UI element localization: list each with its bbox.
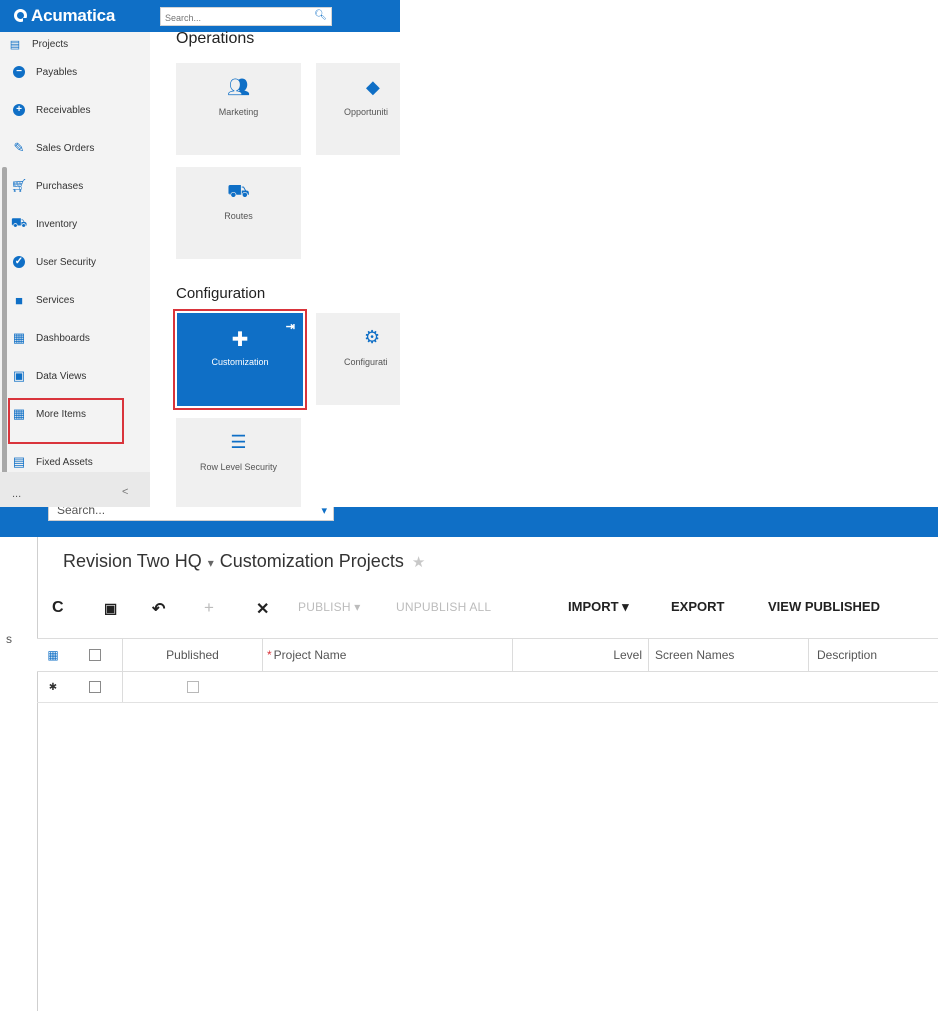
dashboard-icon: ▦	[12, 330, 26, 345]
screen-title: Customization Projects	[219, 551, 404, 571]
left-rail: s	[0, 537, 38, 1011]
search-box[interactable]: 🔍︎	[160, 7, 332, 27]
search-icon[interactable]: 🔍︎	[314, 10, 327, 21]
company-selector[interactable]: Revision Two HQ	[63, 551, 202, 571]
tile-routes[interactable]: ⛟ Routes	[176, 167, 301, 259]
sidebar-item-user-security[interactable]: ✓ User Security	[10, 250, 96, 274]
undo-button[interactable]: ↶	[152, 599, 165, 619]
assets-icon: ▤	[12, 454, 26, 469]
sidebar-item-data-views[interactable]: ▣ Data Views	[10, 364, 87, 388]
publish-button[interactable]: PUBLISH ▾	[298, 600, 361, 614]
unpublish-all-button[interactable]: UNPUBLISH ALL	[396, 600, 491, 614]
sidebar-scrollbar[interactable]	[2, 167, 7, 497]
published-checkbox[interactable]	[187, 681, 199, 693]
column-level[interactable]: Level	[513, 639, 649, 671]
new-row[interactable]: ✱	[37, 672, 938, 703]
tile-opportunities[interactable]: ◆ Opportuniti	[316, 63, 400, 155]
select-all-checkbox-cell	[67, 639, 123, 671]
tag-icon: ◆	[366, 77, 380, 97]
configuration-heading: Configuration	[176, 285, 266, 302]
import-button[interactable]: IMPORT ▾	[568, 599, 629, 615]
row-select-cell	[67, 672, 123, 702]
new-row-marker: ✱	[48, 681, 58, 693]
refresh-button[interactable]: C	[52, 599, 64, 617]
chevron-down-icon[interactable]: ▾	[208, 556, 214, 570]
projects-grid: ▦ Published * Project Name Level Screen N…	[37, 638, 938, 703]
page-title: Revision Two HQ ▾ Customization Projects ★	[63, 551, 425, 572]
published-cell	[123, 672, 263, 702]
grid-header: ▦ Published * Project Name Level Screen N…	[37, 638, 938, 672]
list-icon: ☰	[230, 432, 247, 452]
view-published-button[interactable]: VIEW PUBLISHED	[768, 599, 880, 614]
operations-heading: Operations	[176, 30, 255, 47]
sidebar-item-fixed-assets[interactable]: ▤ Fixed Assets	[10, 450, 93, 474]
more-items-highlight	[8, 398, 124, 444]
sidebar-item-receivables[interactable]: + Receivables	[10, 98, 90, 122]
logo-icon	[14, 9, 27, 22]
sidebar-item-projects[interactable]: ▤ Projects	[6, 32, 68, 56]
column-screen-names[interactable]: Screen Names	[649, 639, 809, 671]
cart-icon: 🛒︎	[10, 178, 28, 193]
tile-configuration[interactable]: ⚙︎ Configurati	[316, 313, 400, 405]
search-box[interactable]: Search... ▾	[48, 507, 334, 521]
favorite-star-icon[interactable]: ★	[412, 554, 425, 571]
search-input[interactable]	[161, 9, 309, 27]
truck-icon: ⛟	[227, 181, 250, 201]
projects-icon: ▤	[9, 38, 21, 51]
sidebar-item-inventory[interactable]: ⛟ Inventory	[10, 212, 77, 236]
tile-marketing[interactable]: 👥︎ Marketing	[176, 63, 301, 155]
sidebar-item-services[interactable]: ■ Services	[10, 288, 74, 312]
tile-row-level-security[interactable]: ☰ Row Level Security	[176, 418, 301, 507]
select-all-checkbox[interactable]	[88, 649, 101, 661]
add-row-button[interactable]: +	[204, 598, 214, 618]
column-description[interactable]: Description	[809, 639, 938, 671]
row-select-checkbox[interactable]	[88, 681, 101, 693]
shield-icon: ✓	[13, 256, 25, 268]
column-published[interactable]: Published	[123, 639, 263, 671]
top-bar: Search... ▾	[0, 507, 938, 537]
payables-icon: −	[10, 65, 28, 79]
more-options-button[interactable]: ...	[12, 488, 21, 500]
save-button[interactable]: ▣	[104, 600, 117, 617]
sidebar-item-sales-orders[interactable]: ✎ Sales Orders	[10, 136, 95, 160]
sidebar-item-payables[interactable]: − Payables	[10, 60, 77, 84]
collapse-sidebar-button[interactable]: <	[122, 486, 128, 498]
required-marker: *	[267, 648, 272, 662]
rail-label: s	[6, 632, 12, 646]
export-button[interactable]: EXPORT	[671, 599, 724, 614]
sidebar-item-dashboards[interactable]: ▦ Dashboards	[10, 326, 90, 350]
gear-icon: ⚙︎	[364, 327, 381, 347]
sidebar-item-purchases[interactable]: 🛒︎ Purchases	[10, 174, 84, 198]
acumatica-logo[interactable]: Acumatica	[14, 6, 115, 26]
truck-icon: ⛟	[10, 215, 28, 230]
briefcase-icon: ■	[15, 292, 23, 308]
column-settings-icon[interactable]: ▦	[39, 639, 67, 671]
chart-icon: ▣	[12, 368, 26, 383]
navigation-menu-screenshot: Acumatica 🔍︎ ▤ Projects − Payables + Rec…	[0, 0, 400, 507]
receivables-icon: +	[10, 103, 28, 117]
delete-button[interactable]: ✕	[256, 599, 269, 619]
sales-orders-icon: ✎	[13, 140, 25, 155]
top-bar: Acumatica 🔍︎	[0, 0, 400, 32]
customization-projects-screenshot: Search... ▾ s Revision Two HQ ▾ Customizat…	[0, 507, 938, 1011]
column-project-name[interactable]: * Project Name	[263, 639, 513, 671]
dropdown-arrow-icon[interactable]: ▾	[321, 507, 327, 521]
customization-highlight	[173, 309, 307, 410]
people-icon: 👥︎	[227, 77, 250, 97]
